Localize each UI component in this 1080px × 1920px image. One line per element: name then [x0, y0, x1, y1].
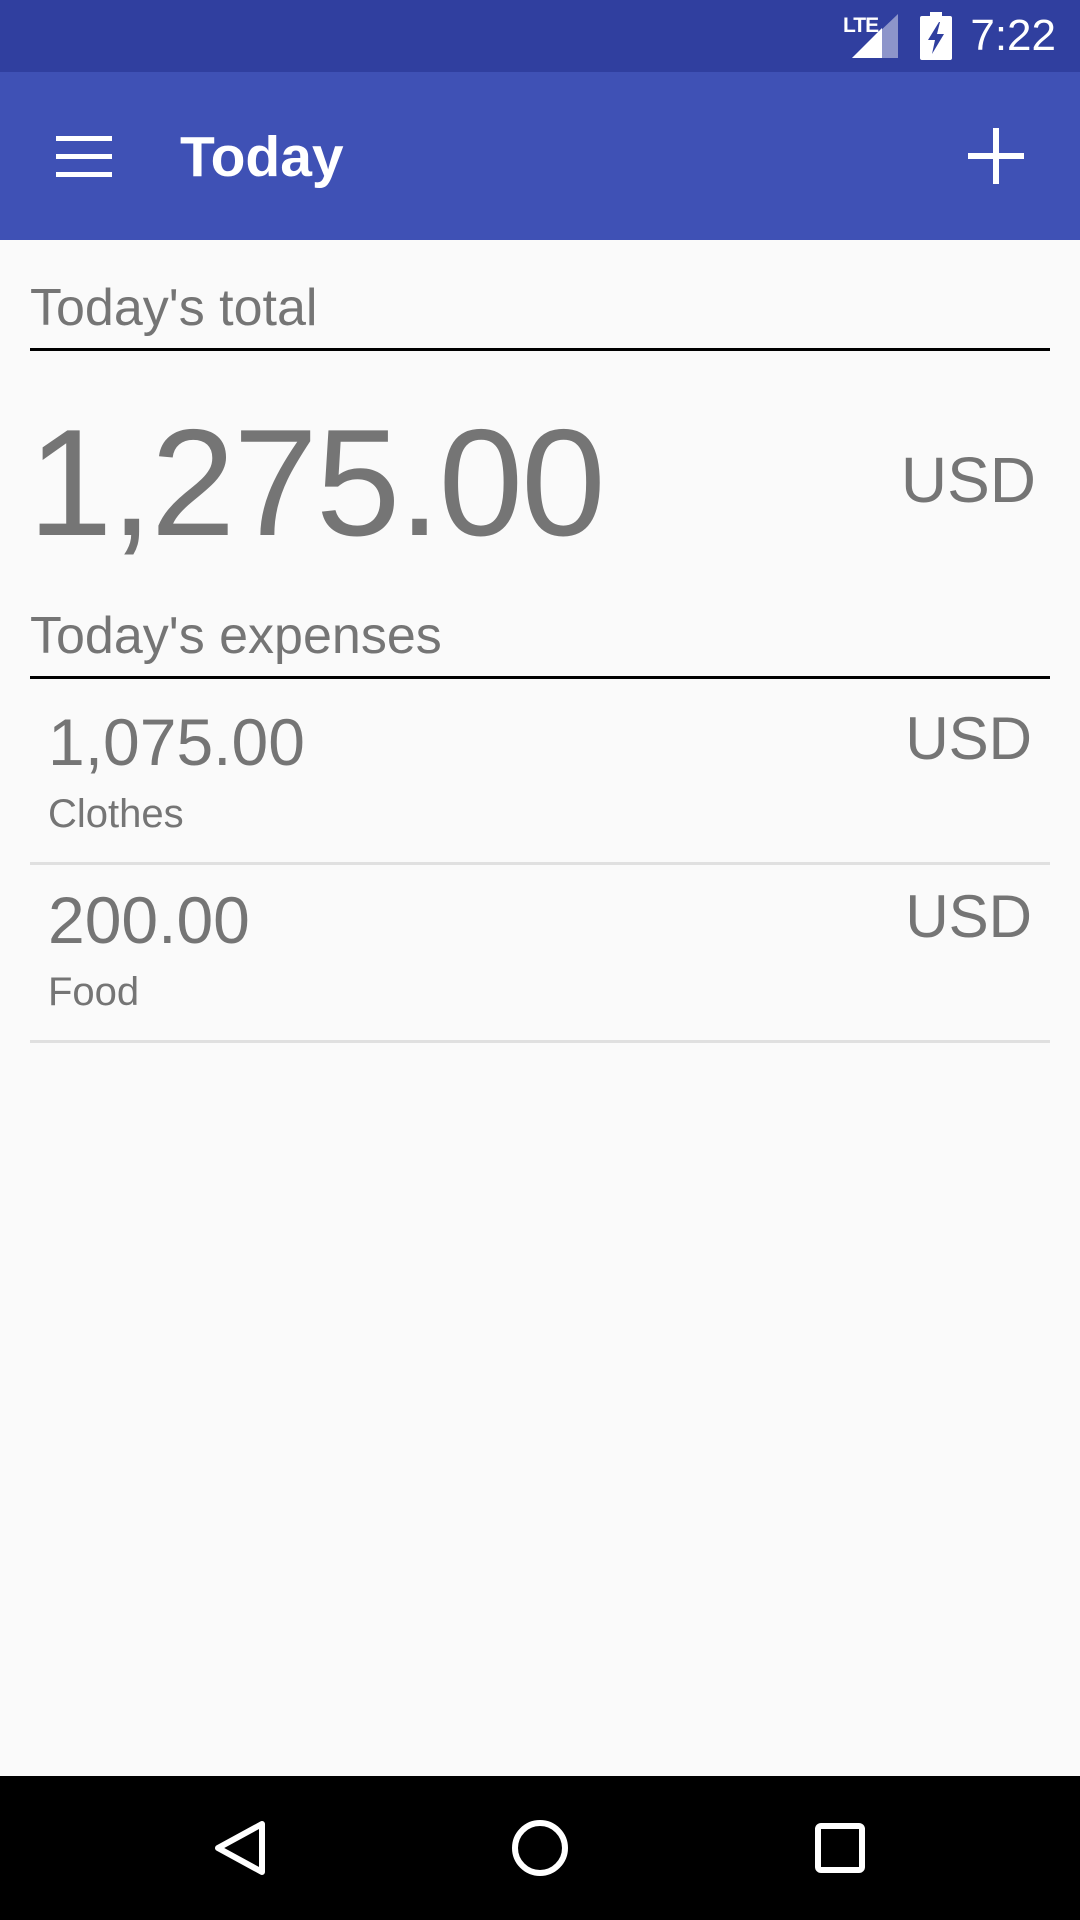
expense-amount: 1,075.00	[48, 705, 305, 779]
signal-icon	[852, 14, 898, 58]
home-button[interactable]	[492, 1800, 588, 1896]
expenses-section-header: Today's expenses	[30, 606, 1050, 679]
total-section-header: Today's total	[30, 278, 1050, 351]
clock: 7:22	[970, 11, 1056, 60]
expense-amount: 200.00	[48, 883, 250, 957]
total-section-title: Today's total	[30, 279, 318, 337]
expense-category: Food	[48, 970, 140, 1014]
battery-charging-icon	[920, 12, 952, 60]
app-bar: Today	[0, 72, 1080, 240]
total-currency: USD	[900, 444, 1036, 516]
hamburger-menu-icon	[56, 136, 112, 177]
expense-currency: USD	[905, 883, 1032, 950]
back-button[interactable]	[192, 1800, 288, 1896]
status-bar: LTE 7:22	[0, 0, 1080, 72]
add-expense-button[interactable]	[948, 108, 1044, 204]
page-title: Today	[180, 125, 344, 189]
recents-button[interactable]	[792, 1800, 888, 1896]
expense-row[interactable]: 200.00 Food USD	[30, 864, 1050, 1043]
total-amount: 1,275.00	[28, 398, 606, 568]
plus-icon	[968, 128, 1024, 184]
home-circle-icon	[512, 1820, 568, 1876]
recents-square-icon	[815, 1823, 865, 1873]
expenses-section-title: Today's expenses	[30, 607, 442, 665]
expense-currency: USD	[905, 705, 1032, 772]
system-nav-bar	[0, 1776, 1080, 1920]
menu-button[interactable]	[36, 108, 132, 204]
expense-row[interactable]: 1,075.00 Clothes USD	[30, 686, 1050, 865]
expense-category: Clothes	[48, 792, 184, 836]
back-triangle-icon	[215, 1821, 265, 1875]
